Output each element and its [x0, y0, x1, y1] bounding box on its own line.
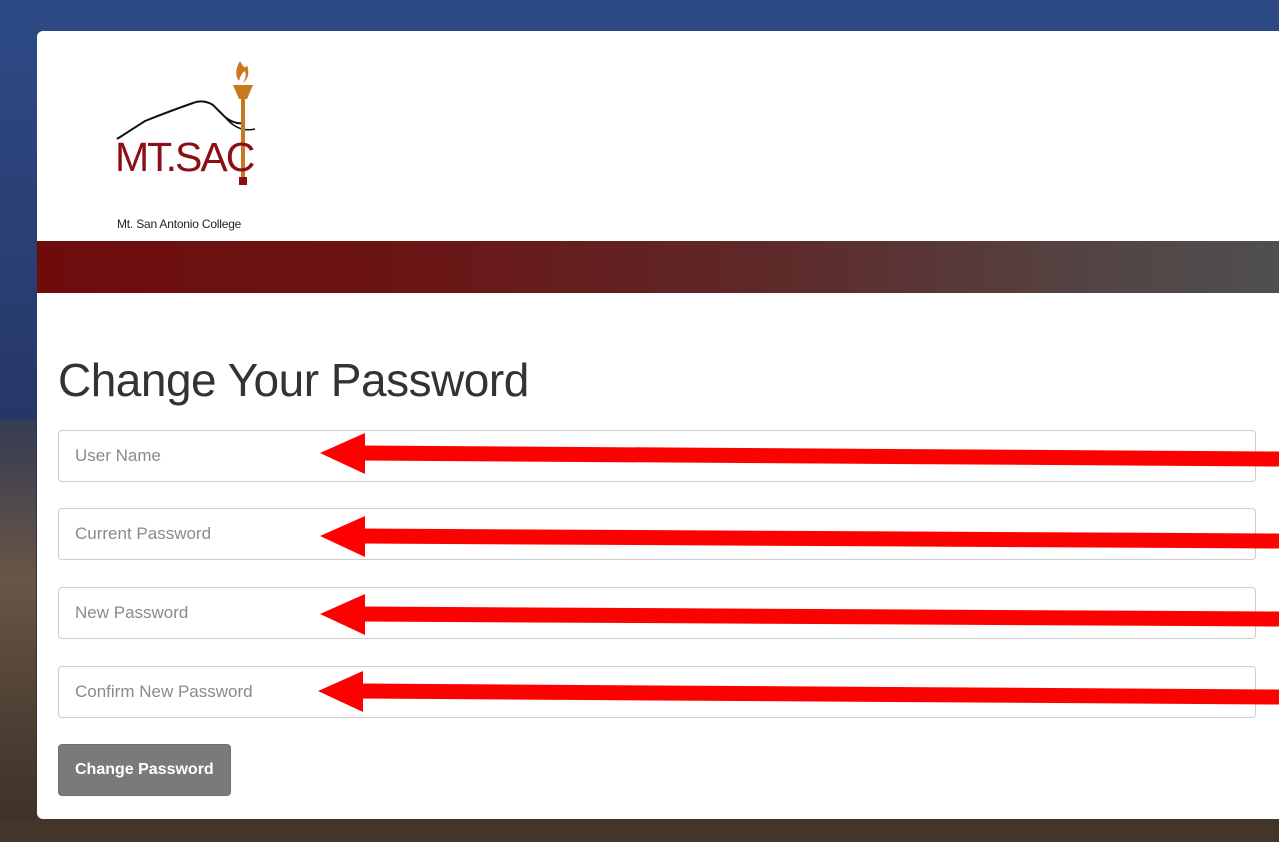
change-password-button[interactable]: Change Password	[58, 744, 231, 796]
background-city-lights	[0, 420, 36, 820]
mtsac-logo: MT.SAC Mt. San Antonio College	[75, 59, 285, 231]
page-title: Change Your Password	[58, 354, 529, 406]
logo-wordmark: MT.SAC	[115, 134, 255, 180]
confirm-new-password-input[interactable]	[58, 666, 1256, 718]
new-password-input[interactable]	[58, 587, 1256, 639]
header-banner	[37, 241, 1279, 293]
user-name-input[interactable]	[58, 430, 1256, 482]
logo-subtitle: Mt. San Antonio College	[117, 217, 242, 231]
change-password-card: MT.SAC Mt. San Antonio College Change Yo…	[37, 31, 1279, 819]
current-password-input[interactable]	[58, 508, 1256, 560]
